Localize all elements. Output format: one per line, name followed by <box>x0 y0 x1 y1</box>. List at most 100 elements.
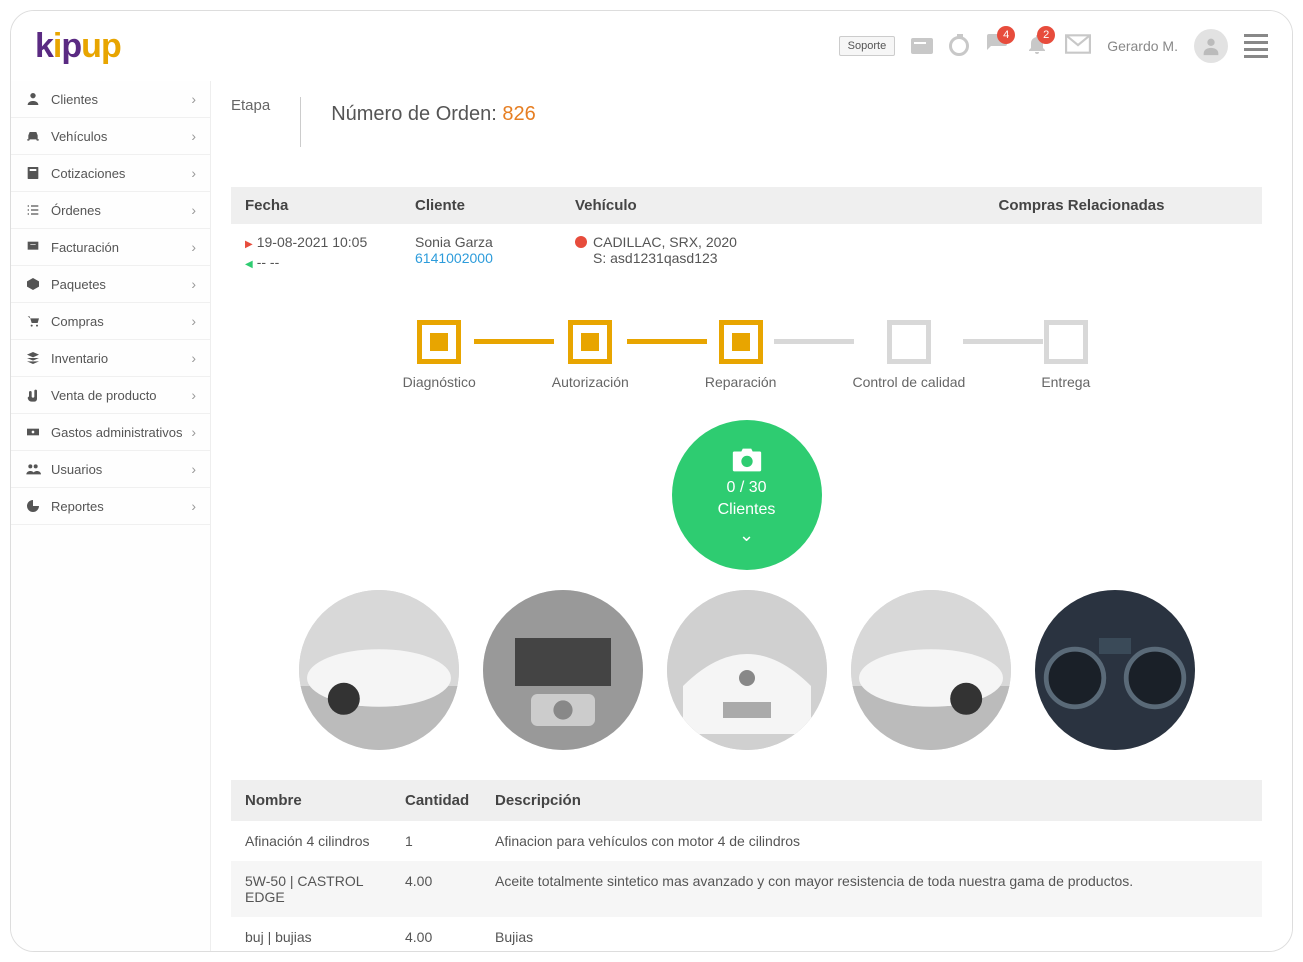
chevron-right-icon: › <box>191 461 196 477</box>
app-window: kipup Soporte 4 2 Gerardo M. <box>10 10 1293 952</box>
stopwatch-icon[interactable] <box>949 36 969 56</box>
table-row: Afinación 4 cilindros 1 Afinacion para v… <box>231 821 1262 861</box>
date-in: 19-08-2021 10:05 <box>257 234 368 250</box>
chevron-right-icon: › <box>191 128 196 144</box>
order-label-text: Número de Orden: <box>331 103 502 125</box>
chevron-right-icon: › <box>191 202 196 218</box>
step-autorizacion[interactable]: Autorización <box>552 320 629 390</box>
cliente-cell: Sonia Garza 6141002000 <box>415 234 575 266</box>
bell-notification[interactable]: 2 <box>1025 32 1049 61</box>
users-icon <box>25 461 41 477</box>
user-icon <box>25 91 41 107</box>
main-content: Etapa Número de Orden: 826 Fecha Cliente… <box>211 81 1292 951</box>
sidebar-label: Usuarios <box>51 462 102 477</box>
cell-cantidad: 4.00 <box>405 873 495 905</box>
photo-upload-circle[interactable]: 0 / 30 Clientes ⌄ <box>672 420 822 570</box>
order-number-value: 826 <box>502 103 535 125</box>
sidebar-item-gastos[interactable]: Gastos administrativos› <box>11 414 210 451</box>
bell-badge: 2 <box>1037 26 1055 44</box>
chevron-right-icon: › <box>191 276 196 292</box>
step-label: Autorización <box>552 374 629 390</box>
sidebar-item-facturacion[interactable]: Facturación› <box>11 229 210 266</box>
info-body: ▶19-08-2021 10:05 ◀-- -- Sonia Garza 614… <box>231 224 1262 300</box>
cell-nombre: Afinación 4 cilindros <box>245 833 405 849</box>
photo-thumbnails <box>231 590 1262 750</box>
etapa-row: Etapa Número de Orden: 826 <box>231 97 1262 147</box>
fecha-cell: ▶19-08-2021 10:05 ◀-- -- <box>245 234 415 270</box>
sidebar-item-clientes[interactable]: Clientes› <box>11 81 210 118</box>
vehiculo-cell: CADILLAC, SRX, 2020 S: asd1231qasd123 <box>575 234 915 266</box>
thumbnail-4[interactable] <box>851 590 1011 750</box>
comments-badge: 4 <box>997 26 1015 44</box>
support-button[interactable]: Soporte <box>839 36 896 56</box>
step-connector <box>627 339 707 344</box>
sidebar-item-usuarios[interactable]: Usuarios › <box>11 451 210 488</box>
sidebar-item-cotizaciones[interactable]: Cotizaciones› <box>11 155 210 192</box>
top-actions: Soporte 4 2 Gerardo M. <box>839 29 1268 63</box>
sidebar-label: Cotizaciones <box>51 166 125 181</box>
camera-icon <box>730 445 764 475</box>
sidebar-label: Clientes <box>51 92 98 107</box>
step-entrega[interactable]: Entrega <box>1041 320 1090 390</box>
chevron-right-icon: › <box>191 498 196 514</box>
list-icon <box>25 202 41 218</box>
divider <box>300 97 301 147</box>
sidebar: Clientes› Vehículos› Cotizaciones› Órden… <box>11 81 211 951</box>
thumbnail-1[interactable] <box>299 590 459 750</box>
cell-descripcion: Aceite totalmente sintetico mas avanzado… <box>495 873 1248 905</box>
layers-icon <box>25 350 41 366</box>
step-label: Diagnóstico <box>403 374 476 390</box>
thumbnail-2[interactable] <box>483 590 643 750</box>
col-vehiculo: Vehículo <box>575 197 915 214</box>
sidebar-item-venta[interactable]: Venta de producto› <box>11 377 210 414</box>
sidebar-item-vehiculos[interactable]: Vehículos› <box>11 118 210 155</box>
vehicle-line2: S: asd1231qasd123 <box>575 250 915 266</box>
sidebar-label: Compras <box>51 314 104 329</box>
table-row: buj | bujias 4.00 Bujias <box>231 917 1262 951</box>
package-icon <box>25 276 41 292</box>
date-out: -- -- <box>257 254 280 270</box>
hand-icon <box>25 387 41 403</box>
calculator-icon <box>25 165 41 181</box>
step-diagnostico[interactable]: Diagnóstico <box>403 320 476 390</box>
arrow-out-icon: ◀ <box>245 259 253 270</box>
sidebar-label: Facturación <box>51 240 119 255</box>
photo-count: 0 / 30 <box>726 479 766 497</box>
chevron-down-icon: ⌄ <box>739 525 754 546</box>
step-connector <box>474 339 554 344</box>
card-icon[interactable] <box>911 38 933 54</box>
avatar[interactable] <box>1194 29 1228 63</box>
vehicle-line1: CADILLAC, SRX, 2020 <box>593 234 737 250</box>
col-cliente: Cliente <box>415 197 575 214</box>
sidebar-label: Reportes <box>51 499 104 514</box>
thumbnail-5[interactable] <box>1035 590 1195 750</box>
th-cantidad: Cantidad <box>405 792 495 809</box>
thumbnail-3[interactable] <box>667 590 827 750</box>
th-descripcion: Descripción <box>495 792 1248 809</box>
items-table-header: Nombre Cantidad Descripción <box>231 780 1262 821</box>
step-label: Entrega <box>1041 374 1090 390</box>
envelope-icon[interactable] <box>1065 34 1091 59</box>
sidebar-item-reportes[interactable]: Reportes › <box>11 488 210 525</box>
photo-label: Clientes <box>718 501 776 519</box>
cell-cantidad: 4.00 <box>405 929 495 945</box>
sidebar-label: Inventario <box>51 351 108 366</box>
invoice-icon <box>25 239 41 255</box>
step-connector <box>963 339 1043 344</box>
sidebar-item-paquetes[interactable]: Paquetes › <box>11 266 210 303</box>
menu-icon[interactable] <box>1244 34 1268 58</box>
sidebar-item-compras[interactable]: Compras› <box>11 303 210 340</box>
step-reparacion[interactable]: Reparación <box>705 320 777 390</box>
sidebar-label: Paquetes <box>51 277 106 292</box>
sidebar-item-ordenes[interactable]: Órdenes› <box>11 192 210 229</box>
status-dot-icon <box>575 236 587 248</box>
sidebar-label: Venta de producto <box>51 388 157 403</box>
step-control[interactable]: Control de calidad <box>852 320 965 390</box>
comments-notification[interactable]: 4 <box>985 32 1009 61</box>
sidebar-label: Gastos administrativos <box>51 425 183 440</box>
client-phone-link[interactable]: 6141002000 <box>415 250 493 266</box>
cell-descripcion: Bujias <box>495 929 1248 945</box>
sidebar-item-inventario[interactable]: Inventario› <box>11 340 210 377</box>
step-label: Reparación <box>705 374 777 390</box>
col-compras: Compras Relacionadas <box>915 197 1248 214</box>
